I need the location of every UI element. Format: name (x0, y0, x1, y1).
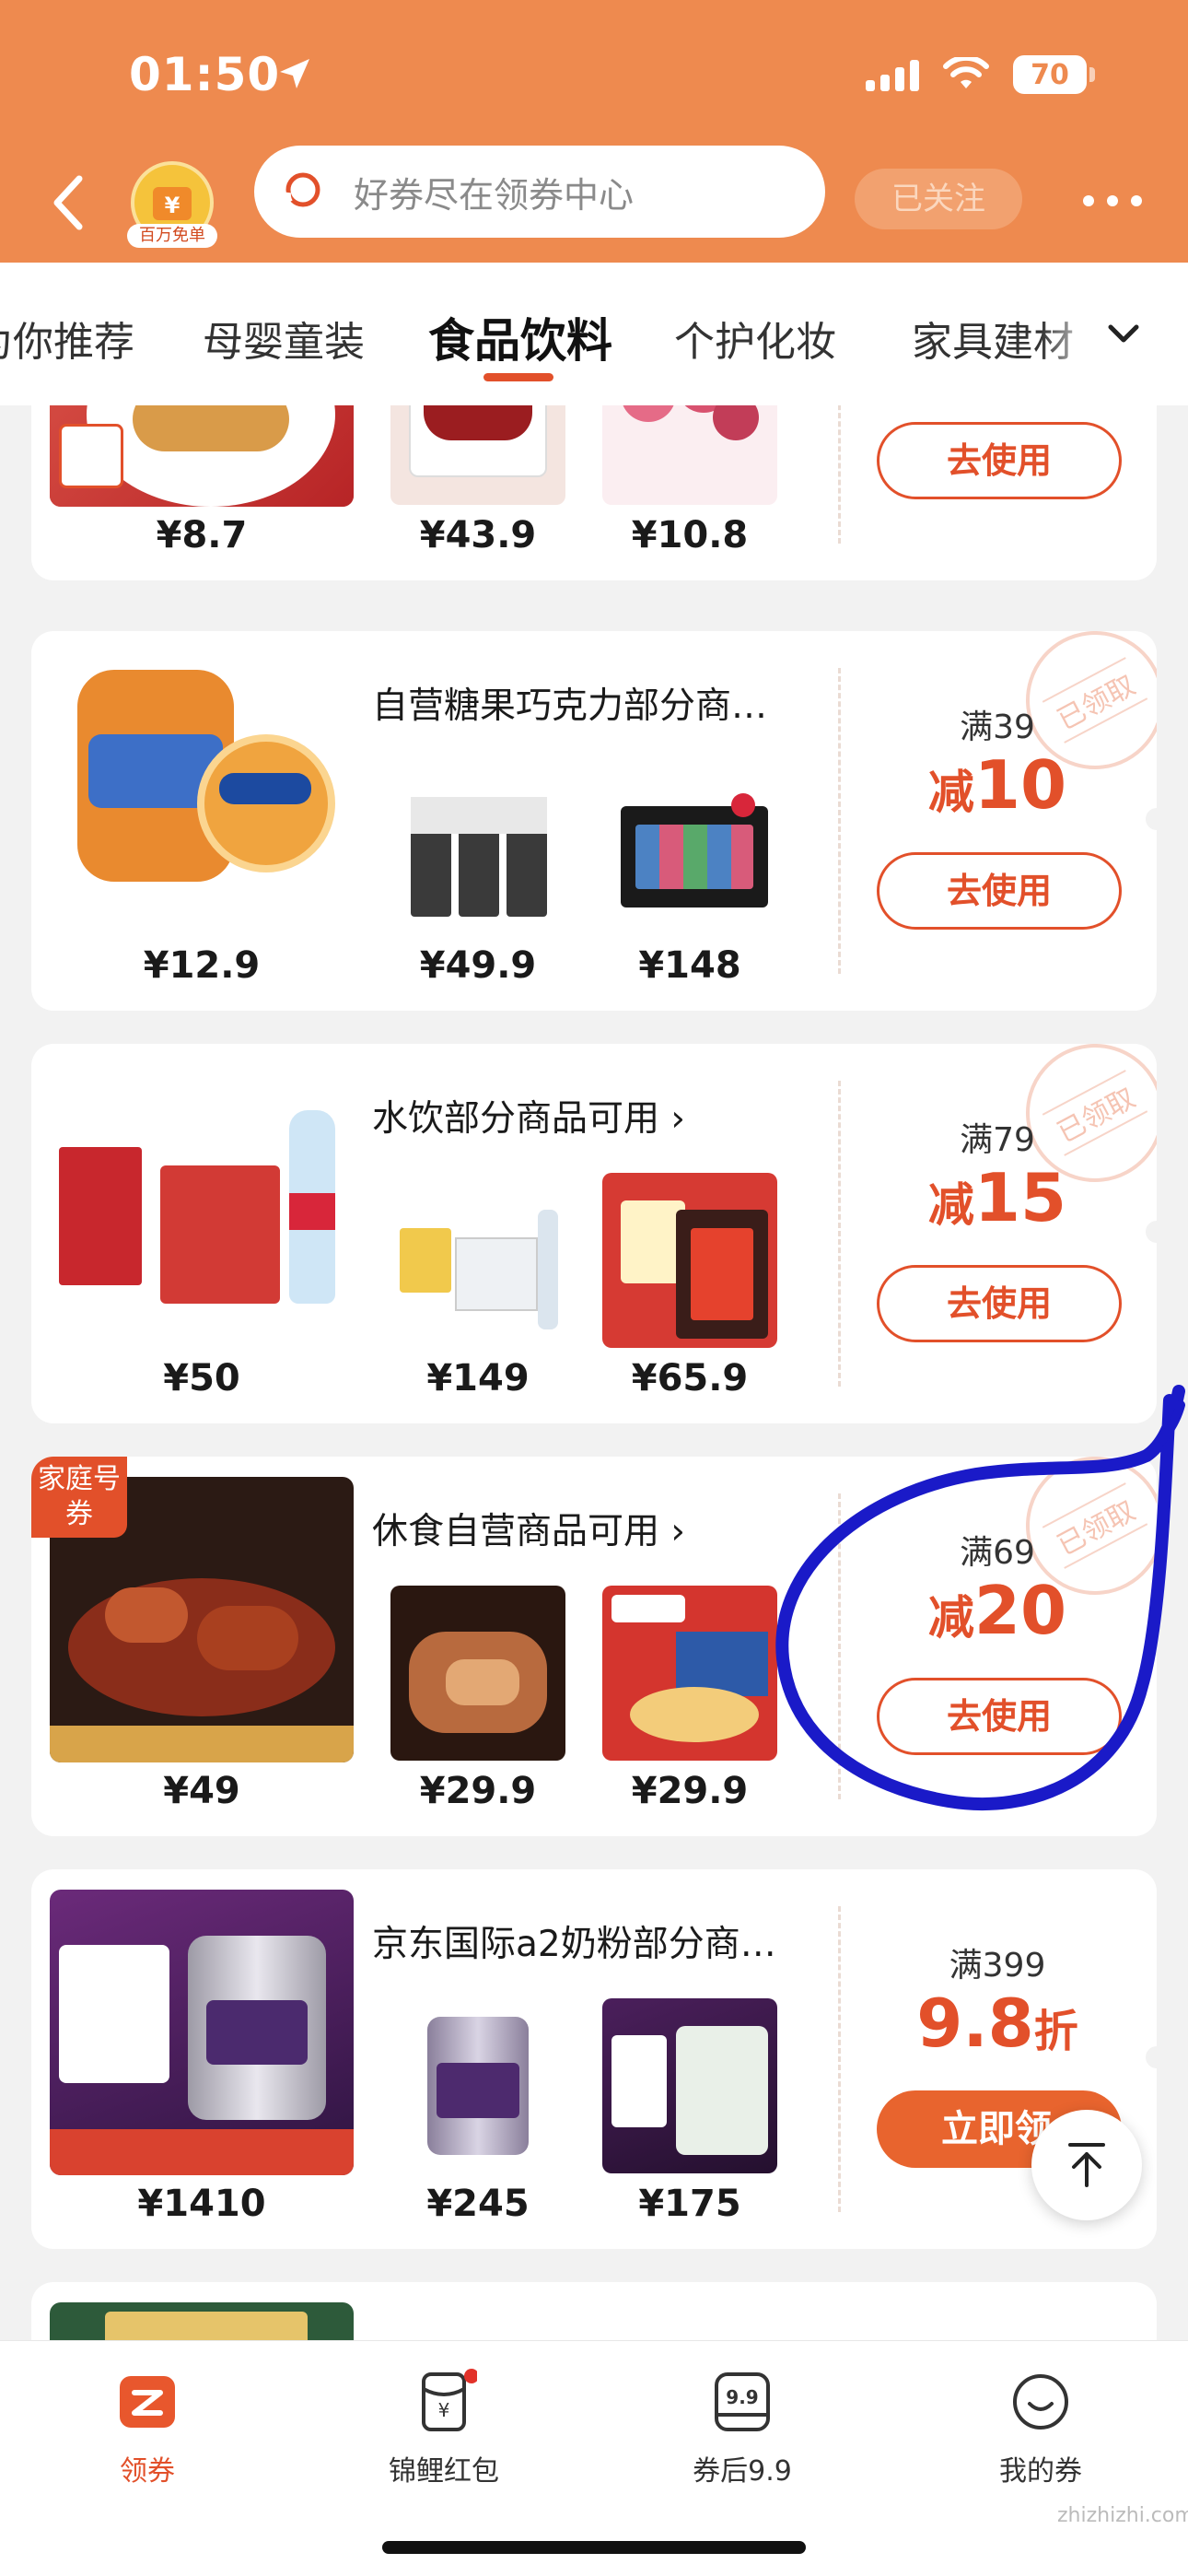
product-image[interactable] (50, 1890, 354, 2175)
product-price: ¥1410 (137, 2183, 266, 2225)
coupon-card: 已领取 水饮部分商品可用 › ¥50 ¥149 ¥65.9 满79 减15 去使… (31, 1044, 1157, 1423)
coupon-card: 已领取 家庭号券 休食自营商品可用 › ¥49 ¥29.9 ¥29.9 满69 … (31, 1457, 1157, 1836)
watermark: zhizhizhi.com (1057, 2504, 1188, 2527)
product-image[interactable] (602, 760, 777, 935)
product-price: ¥65.9 (631, 1357, 749, 1399)
follow-button[interactable]: 已关注 (855, 169, 1022, 229)
nav-item-my-coupons[interactable]: 我的券 (949, 2369, 1133, 2488)
svg-text:¥: ¥ (165, 193, 181, 218)
arrow-up-icon (1068, 2143, 1105, 2187)
status-icons: 70 (866, 55, 1095, 94)
product-price: ¥49.9 (419, 944, 537, 987)
product-price: ¥43.9 (419, 514, 537, 556)
product-image[interactable] (50, 1064, 354, 1350)
nav-item-red-packet[interactable]: ¥ 锦鲤红包 (352, 2369, 536, 2488)
coupon-threshold: 满39 (960, 708, 1035, 746)
tab-food-drink[interactable]: 食品饮料 (428, 304, 612, 370)
category-tabs: 为你推荐 母婴童装 食品饮料 个护化妆 家具建材 (0, 263, 1188, 405)
coupon-list: ¥8.7 ¥43.9 ¥10.8 减20 去使用 已领取 (0, 405, 1188, 2340)
svg-text:¥: ¥ (438, 2399, 450, 2421)
product-image[interactable] (602, 405, 777, 505)
discount-amount: 9.8折 (916, 1985, 1078, 2062)
location-arrow-icon (280, 59, 309, 88)
price-tag-icon: 9.9 (709, 2369, 775, 2435)
product-price: ¥149 (426, 1357, 530, 1399)
product-price: ¥29.9 (631, 1770, 749, 1812)
smile-icon (1007, 2369, 1074, 2435)
use-coupon-button[interactable]: 去使用 (877, 1265, 1122, 1342)
mascot-label: 百万免单 (127, 224, 217, 248)
product-price: ¥175 (638, 2183, 741, 2225)
search-placeholder: 好券尽在领券中心 (354, 174, 635, 216)
product-price: ¥148 (638, 944, 741, 987)
coupon-icon (114, 2369, 181, 2435)
nav-label: 我的券 (999, 2455, 1082, 2488)
discount-amount: 减20 (927, 1572, 1067, 1649)
coupon-threshold: 满399 (949, 1947, 1046, 1985)
nav-item-price-9-9[interactable]: 9.9 券后9.9 (650, 2369, 834, 2488)
battery-icon: 70 (1013, 55, 1095, 94)
coupon-title[interactable]: 京东国际a2奶粉部分商… (372, 1915, 776, 1967)
discount-amount: 减10 (927, 746, 1067, 824)
product-price: ¥245 (426, 2183, 530, 2225)
header: 01:50 70 ¥ 百万免单 好券尽在领券中心 已关注 (0, 0, 1188, 263)
product-price: ¥10.8 (631, 514, 749, 556)
product-image[interactable] (390, 1586, 565, 1761)
product-price: ¥12.9 (143, 944, 261, 987)
coupon-title[interactable]: 休食自营商品可用 › (372, 1503, 685, 1554)
product-image[interactable] (602, 1173, 777, 1348)
search-icon (285, 172, 320, 207)
tab-personal-care[interactable]: 个护化妆 (674, 309, 836, 368)
search-bar[interactable]: 好券尽在领券中心 (254, 146, 825, 238)
product-price: ¥29.9 (419, 1770, 537, 1812)
product-image[interactable] (50, 651, 354, 937)
nav-item-coupons[interactable]: 领券 (55, 2369, 239, 2488)
coupon-threshold: 满69 (960, 1534, 1035, 1572)
nav-label: 券后9.9 (693, 2455, 792, 2488)
more-menu-icon[interactable] (1083, 195, 1142, 206)
active-tab-indicator (483, 373, 553, 381)
coupon-card: 已领取 自营糖果巧克力部分商… ¥12.9 ¥49.9 ¥148 满39 减10… (31, 631, 1157, 1011)
product-price: ¥49 (163, 1770, 240, 1812)
product-image[interactable] (602, 1998, 777, 2173)
use-coupon-button[interactable]: 去使用 (877, 1678, 1122, 1755)
coupon-card (31, 2282, 1157, 2340)
tab-baby[interactable]: 母婴童装 (203, 309, 365, 368)
back-arrow-icon[interactable] (46, 166, 92, 240)
back-to-top-button[interactable] (1031, 2110, 1142, 2220)
tab-recommend[interactable]: 为你推荐 (0, 309, 134, 368)
coupon-card: ¥8.7 ¥43.9 ¥10.8 减20 去使用 (31, 405, 1157, 580)
coupon-title[interactable]: 自营糖果巧克力部分商… (372, 677, 767, 729)
product-image[interactable] (390, 405, 565, 505)
product-image[interactable] (390, 1173, 565, 1348)
red-packet-icon: ¥ (411, 2369, 479, 2435)
product-price: ¥8.7 (156, 514, 248, 556)
product-image[interactable] (50, 405, 354, 507)
status-time: 01:50 (129, 48, 281, 101)
product-image[interactable] (390, 1998, 565, 2173)
home-indicator (382, 2541, 806, 2554)
wifi-icon (943, 57, 989, 88)
coupon-title[interactable]: 水饮部分商品可用 › (372, 1090, 685, 1142)
product-image[interactable] (50, 2302, 354, 2340)
family-coupon-tag: 家庭号券 (31, 1457, 127, 1538)
coupon-threshold: 满79 (960, 1121, 1035, 1159)
product-price: ¥50 (163, 1357, 240, 1399)
discount-amount: 减15 (927, 1159, 1067, 1236)
chevron-down-icon[interactable] (1105, 320, 1142, 347)
svg-text:9.9: 9.9 (726, 2386, 758, 2408)
signal-icon (866, 58, 919, 91)
use-coupon-button[interactable]: 去使用 (877, 852, 1122, 930)
nav-label: 锦鲤红包 (389, 2455, 499, 2488)
nav-label: 领券 (120, 2455, 175, 2488)
coupon-card: 京东国际a2奶粉部分商… ¥1410 ¥245 ¥175 满399 9.8折 立… (31, 1869, 1157, 2249)
product-image[interactable] (602, 1586, 777, 1761)
use-coupon-button[interactable]: 去使用 (877, 422, 1122, 499)
product-image[interactable] (390, 760, 565, 935)
